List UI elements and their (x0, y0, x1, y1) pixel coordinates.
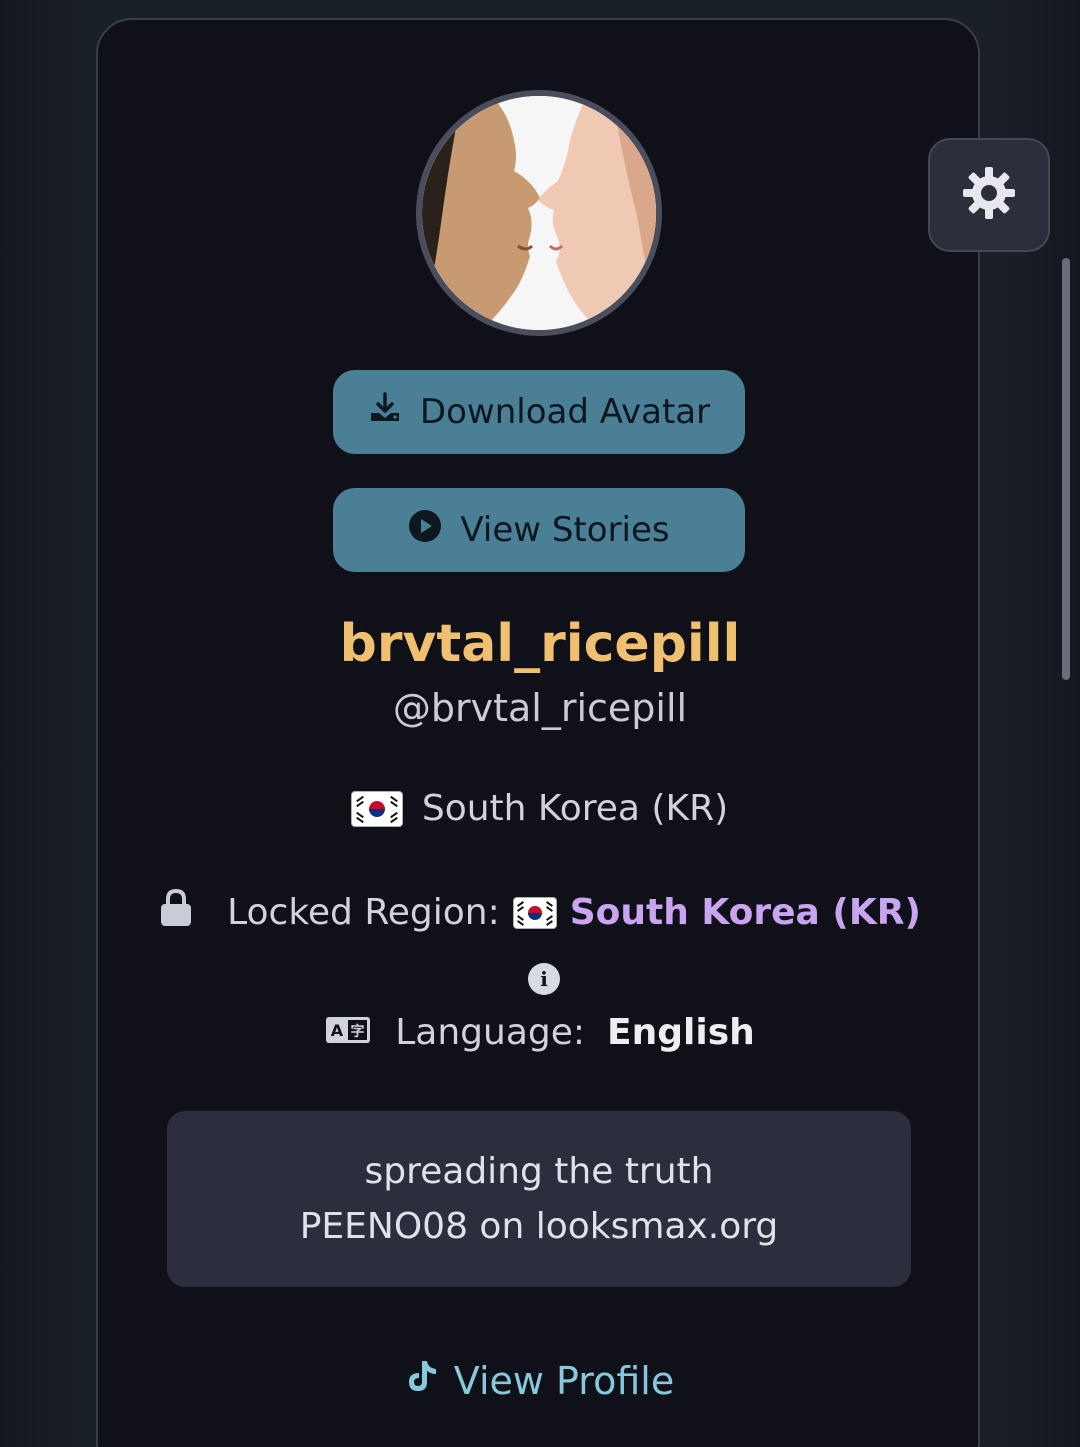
flag-kr-icon (513, 897, 556, 928)
info-icon[interactable]: i (528, 963, 560, 995)
locked-region-row: Locked Region: South Korea (KR) (0, 888, 1080, 937)
download-icon (368, 391, 402, 434)
username-handle: @brvtal_ricepill (392, 686, 688, 730)
download-avatar-label: Download Avatar (419, 392, 711, 432)
svg-text:字: 字 (351, 1023, 365, 1040)
country-row: South Korea (KR) (0, 788, 1080, 829)
view-stories-label: View Stories (460, 510, 670, 550)
bio-line-1: spreading the truth (364, 1151, 714, 1192)
lock-icon (159, 888, 193, 937)
language-value: English (607, 1012, 755, 1053)
bio-box: spreading the truth PEENO08 on looksmax.… (167, 1111, 911, 1287)
play-circle-icon (408, 509, 442, 552)
tiktok-icon (406, 1358, 440, 1403)
language-row: A 字 Language: English (0, 1012, 1080, 1053)
view-profile-link[interactable]: View Profile (0, 1358, 1080, 1403)
language-label: Language: (395, 1012, 586, 1053)
view-profile-label: View Profile (453, 1358, 675, 1403)
settings-button[interactable] (928, 138, 1050, 252)
view-stories-button[interactable]: View Stories (333, 488, 745, 572)
download-avatar-button[interactable]: Download Avatar (333, 370, 745, 454)
page: Download Avatar View Stories brvtal_rice… (0, 0, 1080, 1447)
display-name: brvtal_ricepill (339, 614, 741, 674)
avatar (416, 90, 662, 336)
flag-kr-icon (351, 791, 402, 826)
gear-icon (961, 165, 1017, 225)
bio-line-2: PEENO08 on looksmax.org (299, 1206, 779, 1247)
translate-icon: A 字 (325, 1012, 371, 1053)
locked-region-value: South Korea (KR) (569, 892, 921, 933)
locked-region-label: Locked Region: (227, 892, 500, 933)
svg-text:A: A (331, 1021, 344, 1040)
country-text: South Korea (KR) (421, 788, 729, 829)
